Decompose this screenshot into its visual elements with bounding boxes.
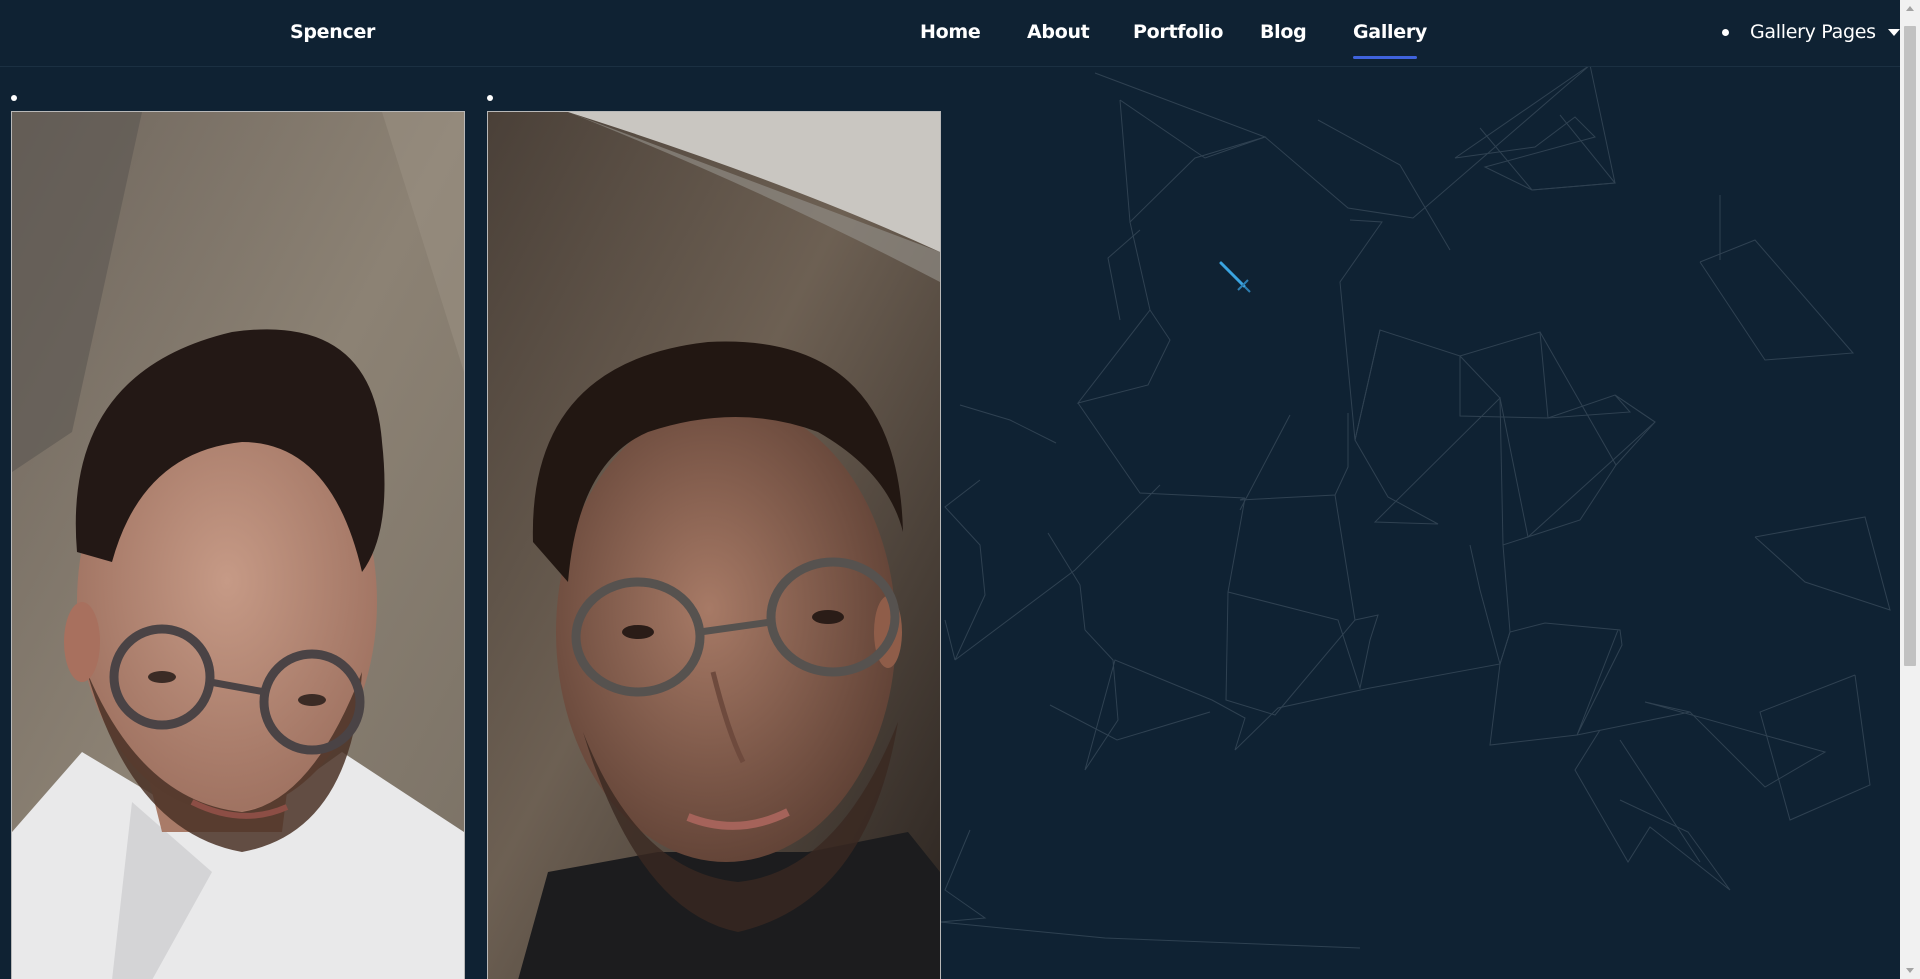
gallery-pages-dropdown[interactable]: Gallery Pages xyxy=(1722,21,1900,43)
gallery-page: Spencer Home About Portfolio Blog Galler… xyxy=(0,0,1920,979)
active-nav-indicator xyxy=(1353,56,1417,59)
nav-portfolio[interactable]: Portfolio xyxy=(1133,21,1223,43)
nav-blog[interactable]: Blog xyxy=(1260,21,1307,43)
page-scrollbar[interactable] xyxy=(1900,0,1920,979)
sword-cursor-icon xyxy=(1219,261,1251,293)
portrait-photo-icon xyxy=(12,112,464,979)
gallery-photo-1[interactable] xyxy=(11,111,465,979)
brand-name[interactable]: Spencer xyxy=(290,21,375,43)
bullet-icon xyxy=(1722,28,1729,36)
top-navbar: Spencer Home About Portfolio Blog Galler… xyxy=(0,0,1900,67)
list-bullet-icon xyxy=(11,95,17,101)
scroll-up-icon[interactable] xyxy=(1906,6,1914,11)
scroll-down-icon[interactable] xyxy=(1906,968,1914,973)
list-bullet-icon xyxy=(487,95,493,101)
scrollbar-thumb[interactable] xyxy=(1904,26,1916,666)
caret-down-icon xyxy=(1887,28,1900,36)
gallery-photo-2[interactable] xyxy=(487,111,941,979)
nav-about[interactable]: About xyxy=(1027,21,1090,43)
nav-gallery[interactable]: Gallery xyxy=(1353,21,1427,43)
nav-home[interactable]: Home xyxy=(920,21,981,43)
dropdown-label: Gallery Pages xyxy=(1750,21,1876,43)
portrait-photo-icon xyxy=(488,112,940,979)
